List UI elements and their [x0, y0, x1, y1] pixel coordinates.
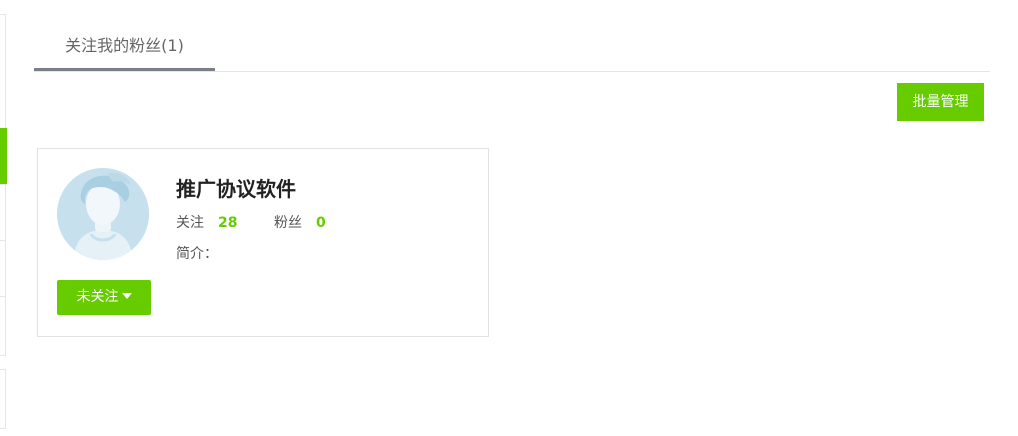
- fan-name[interactable]: 推广协议软件: [176, 173, 296, 202]
- followers-stat: 粉丝 0: [274, 212, 326, 232]
- following-stat: 关注 28: [176, 212, 237, 232]
- tab-bar: 关注我的粉丝(1): [34, 22, 990, 72]
- follow-status-label: 未关注: [76, 289, 119, 305]
- tab-my-fans[interactable]: 关注我的粉丝(1): [34, 22, 215, 71]
- sidebar-frame: [0, 14, 6, 356]
- bio-label: 简介：: [176, 246, 218, 262]
- default-user-avatar-icon[interactable]: [57, 168, 149, 260]
- sidebar-divider: [0, 240, 6, 241]
- batch-manage-button[interactable]: 批量管理: [897, 83, 984, 121]
- sidebar-active-item[interactable]: [0, 128, 7, 184]
- following-count[interactable]: 28: [218, 215, 237, 231]
- caret-down-icon: [121, 293, 132, 299]
- sidebar-divider: [0, 296, 6, 297]
- follow-status-button[interactable]: 未关注: [57, 280, 151, 315]
- followers-label: 粉丝: [274, 215, 302, 231]
- followers-count[interactable]: 0: [316, 215, 326, 231]
- following-label: 关注: [176, 215, 204, 231]
- bio: 简介：: [176, 243, 218, 263]
- sidebar-divider: [0, 184, 6, 185]
- sidebar-frame-lower: [0, 369, 6, 429]
- avatar-placeholder-graphic: [57, 168, 149, 260]
- page: 关注我的粉丝(1) 批量管理 未关注 推广协议软件 关注 28 粉丝 0 简介：: [0, 0, 1018, 436]
- fan-card: 未关注 推广协议软件 关注 28 粉丝 0 简介：: [37, 148, 489, 337]
